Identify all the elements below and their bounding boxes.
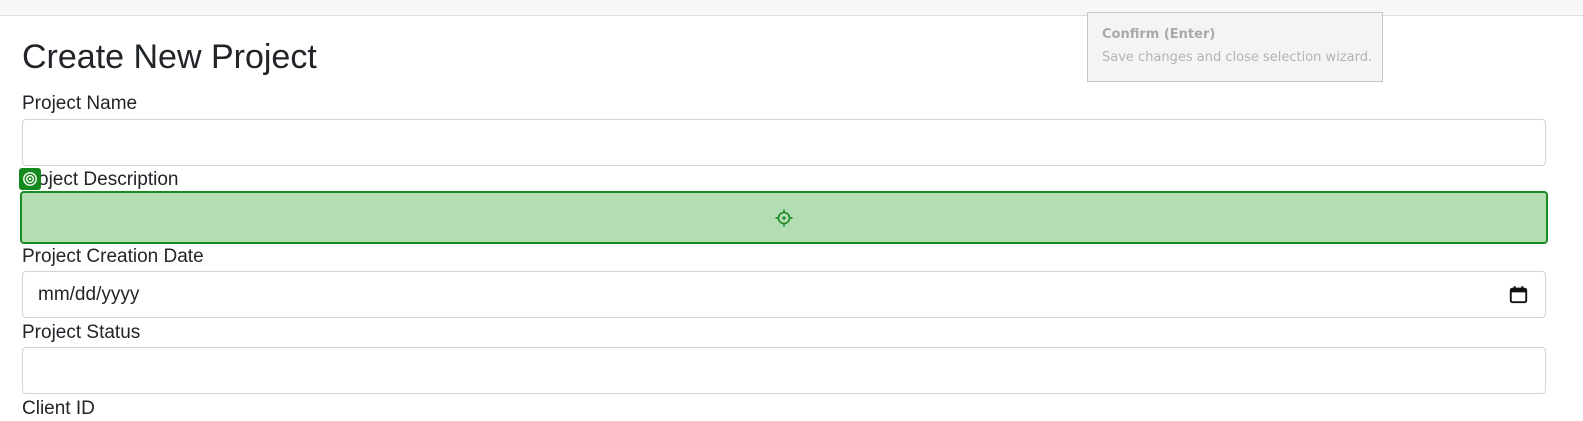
- page-title: Create New Project: [22, 38, 317, 76]
- target-badge-icon: [19, 168, 41, 190]
- project-creation-date-input[interactable]: mm/dd/yyyy: [22, 271, 1546, 318]
- tooltip-title: Confirm (Enter): [1102, 27, 1216, 42]
- tooltip-text: Save changes and close selection wizard.: [1102, 50, 1373, 65]
- project-name-label: Project Name: [22, 93, 138, 114]
- date-placeholder: mm/dd/yyyy: [38, 283, 140, 305]
- client-id-label: Client ID: [22, 398, 95, 419]
- project-creation-date-label: Project Creation Date: [22, 246, 204, 267]
- crosshair-icon: [775, 209, 793, 226]
- project-description-label: oject Description: [22, 169, 178, 191]
- project-description-label-text: oject Description: [38, 169, 179, 190]
- confirm-tooltip: Confirm (Enter) Save changes and close s…: [1087, 12, 1383, 82]
- project-status-input[interactable]: [22, 347, 1546, 394]
- selection-highlight[interactable]: [20, 191, 1548, 244]
- project-status-label: Project Status: [22, 322, 141, 343]
- project-name-input[interactable]: [22, 119, 1546, 166]
- calendar-icon[interactable]: [1509, 285, 1528, 304]
